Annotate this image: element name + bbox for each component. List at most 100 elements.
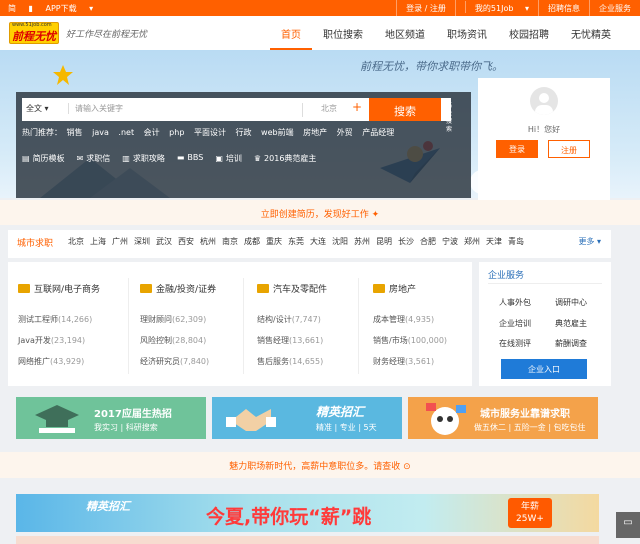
hot-keyword[interactable]: 销售 xyxy=(67,128,83,137)
category-item[interactable]: 销售经理(13,661) xyxy=(257,335,323,346)
quick-link-letter[interactable]: ✉ 求职信 xyxy=(77,153,111,164)
hot-keyword[interactable]: java xyxy=(92,128,109,137)
add-city-icon[interactable]: + xyxy=(352,100,362,114)
enterprise-link[interactable]: 人事外包 xyxy=(499,297,531,308)
city-link[interactable]: 重庆 xyxy=(266,236,282,247)
category-item[interactable]: 风险控制(28,804) xyxy=(140,335,206,346)
category-item[interactable]: 售后服务(14,655) xyxy=(257,356,323,367)
nav-news[interactable]: 职场资讯 xyxy=(436,16,498,50)
nav-job-search[interactable]: 职位搜索 xyxy=(312,16,374,50)
city-link[interactable]: 南京 xyxy=(222,236,238,247)
logo[interactable]: www.51job.com 前程无忧 xyxy=(9,22,59,44)
create-resume-banner[interactable]: 立即创建简历，发现好工作 ✦ xyxy=(0,200,640,225)
category-item[interactable]: 网络推广(43,929) xyxy=(18,356,84,367)
category-item[interactable]: 财务经理(3,561) xyxy=(373,356,434,367)
category-title[interactable]: 金融/投资/证券 xyxy=(140,282,216,295)
register-button[interactable]: 注册 xyxy=(548,140,590,158)
corp-service-link[interactable]: 企业服务 xyxy=(589,0,640,16)
hot-keyword[interactable]: .net xyxy=(118,128,134,137)
nav-home[interactable]: 首页 xyxy=(270,16,312,50)
divider xyxy=(358,278,359,374)
promo-banner-graduate[interactable]: 2017应届生热招 我实习 | 科研搜索 xyxy=(16,397,206,439)
login-button[interactable]: 登录 xyxy=(496,140,538,158)
city-link[interactable]: 合肥 xyxy=(420,236,436,247)
banner-subtitle: 我实习 | 科研搜索 xyxy=(94,423,158,432)
nav-campus[interactable]: 校园招聘 xyxy=(498,16,560,50)
feedback-button[interactable]: ▭ xyxy=(616,512,640,538)
city-link[interactable]: 西安 xyxy=(178,236,194,247)
city-link[interactable]: 北京 xyxy=(68,236,84,247)
city-link[interactable]: 青岛 xyxy=(508,236,524,247)
promo-notice[interactable]: 魅力职场新时代，高薪中意职位多。请查收 ⊙ xyxy=(0,452,640,478)
city-link[interactable]: 广州 xyxy=(112,236,128,247)
category-panel: 互联网/电子商务 测试工程师(14,266) Java开发(23,194) 网络… xyxy=(8,262,472,386)
city-link[interactable]: 深圳 xyxy=(134,236,150,247)
city-link[interactable]: 成都 xyxy=(244,236,260,247)
category-item[interactable]: 结构/设计(7,747) xyxy=(257,314,321,325)
hot-keyword[interactable]: 行政 xyxy=(236,128,252,137)
more-cities-link[interactable]: 更多 ▾ xyxy=(578,236,601,247)
search-scope-select[interactable]: 全文 ▾ xyxy=(26,103,49,114)
category-title[interactable]: 汽车及零配件 xyxy=(257,282,327,295)
city-link[interactable]: 天津 xyxy=(486,236,502,247)
search-bar: 全文 ▾ 请输入关键字 北京 + 搜索 高级搜索 xyxy=(22,98,452,133)
login-register-link[interactable]: 登录 / 注册 xyxy=(396,0,455,16)
quick-link-resume[interactable]: ▤ 简历模板 xyxy=(22,153,65,164)
city-link[interactable]: 武汉 xyxy=(156,236,172,247)
handshake-icon xyxy=(226,409,276,431)
arrow-circle-icon: ⊙ xyxy=(403,462,411,472)
category-item[interactable]: 成本管理(4,935) xyxy=(373,314,434,325)
app-download-link[interactable]: ▮ APP下载 ▾ xyxy=(29,4,94,13)
category-item[interactable]: 销售/市场(100,000) xyxy=(373,335,447,346)
hot-keyword[interactable]: 房地产 xyxy=(303,128,327,137)
hot-keyword[interactable]: 会计 xyxy=(144,128,160,137)
nav-elite[interactable]: 无忧精英 xyxy=(560,16,622,50)
advanced-search-link[interactable]: 高级搜索 xyxy=(446,102,452,134)
nav-region[interactable]: 地区频道 xyxy=(374,16,436,50)
hot-keyword[interactable]: 产品经理 xyxy=(362,128,394,137)
language-switch[interactable]: 简 xyxy=(8,4,16,13)
city-link[interactable]: 苏州 xyxy=(354,236,370,247)
city-select[interactable]: 北京 xyxy=(302,103,337,117)
banner-title: 2017应届生热招 xyxy=(94,409,172,420)
enterprise-link[interactable]: 在线测评 xyxy=(499,338,531,349)
city-link[interactable]: 沈阳 xyxy=(332,236,348,247)
my-51job-link[interactable]: 我的51Job ▾ xyxy=(454,0,538,16)
category-title[interactable]: 房地产 xyxy=(373,282,416,295)
avatar-head-shape xyxy=(539,93,549,103)
hot-keyword[interactable]: web前端 xyxy=(261,128,294,137)
hot-keyword[interactable]: 外贸 xyxy=(337,128,353,137)
enterprise-link[interactable]: 典范雇主 xyxy=(555,318,587,329)
category-item[interactable]: 经济研究员(7,840) xyxy=(140,356,209,367)
search-input[interactable]: 请输入关键字 xyxy=(68,103,123,114)
advertisement-banner-2[interactable] xyxy=(16,536,599,544)
hot-keyword[interactable]: 平面设计 xyxy=(194,128,226,137)
quick-link-bbs[interactable]: ▬ BBS xyxy=(177,153,203,164)
city-link[interactable]: 昆明 xyxy=(376,236,392,247)
city-link[interactable]: 大连 xyxy=(310,236,326,247)
category-item[interactable]: Java开发(23,194) xyxy=(18,335,85,346)
category-title[interactable]: 互联网/电子商务 xyxy=(18,282,100,295)
city-link[interactable]: 东莞 xyxy=(288,236,304,247)
enterprise-link[interactable]: 调研中心 xyxy=(555,297,587,308)
city-link[interactable]: 郑州 xyxy=(464,236,480,247)
promo-banner-service[interactable]: 城市服务业靠谱求职 做五休二 | 五险一金 | 包吃包住 xyxy=(408,397,598,439)
city-link[interactable]: 杭州 xyxy=(200,236,216,247)
city-link[interactable]: 宁波 xyxy=(442,236,458,247)
quick-link-employer[interactable]: ♛ 2016典范雇主 xyxy=(254,153,317,164)
category-item-count: (4,935) xyxy=(405,315,435,324)
hot-keyword[interactable]: php xyxy=(169,128,184,137)
promo-banner-elite[interactable]: 精英招汇 精准 | 专业 | 5天 xyxy=(212,397,402,439)
search-button[interactable]: 搜索 xyxy=(369,98,441,121)
enterprise-entry-button[interactable]: 企业入口 xyxy=(501,359,587,379)
enterprise-link[interactable]: 企业培训 xyxy=(499,318,531,329)
city-link[interactable]: 上海 xyxy=(90,236,106,247)
city-link[interactable]: 长沙 xyxy=(398,236,414,247)
recruit-info-link[interactable]: 招聘信息 xyxy=(538,0,589,16)
category-item[interactable]: 测试工程师(14,266) xyxy=(18,314,92,325)
quick-link-training[interactable]: ▣ 培训 xyxy=(215,153,242,164)
category-item[interactable]: 理财顾问(62,309) xyxy=(140,314,206,325)
enterprise-link[interactable]: 薪酬调查 xyxy=(555,338,587,349)
advertisement-banner[interactable]: 精英招汇 今夏,带你玩“薪”跳 年薪 25W+ xyxy=(16,494,599,532)
quick-link-guide[interactable]: ▥ 求职攻略 xyxy=(122,153,165,164)
